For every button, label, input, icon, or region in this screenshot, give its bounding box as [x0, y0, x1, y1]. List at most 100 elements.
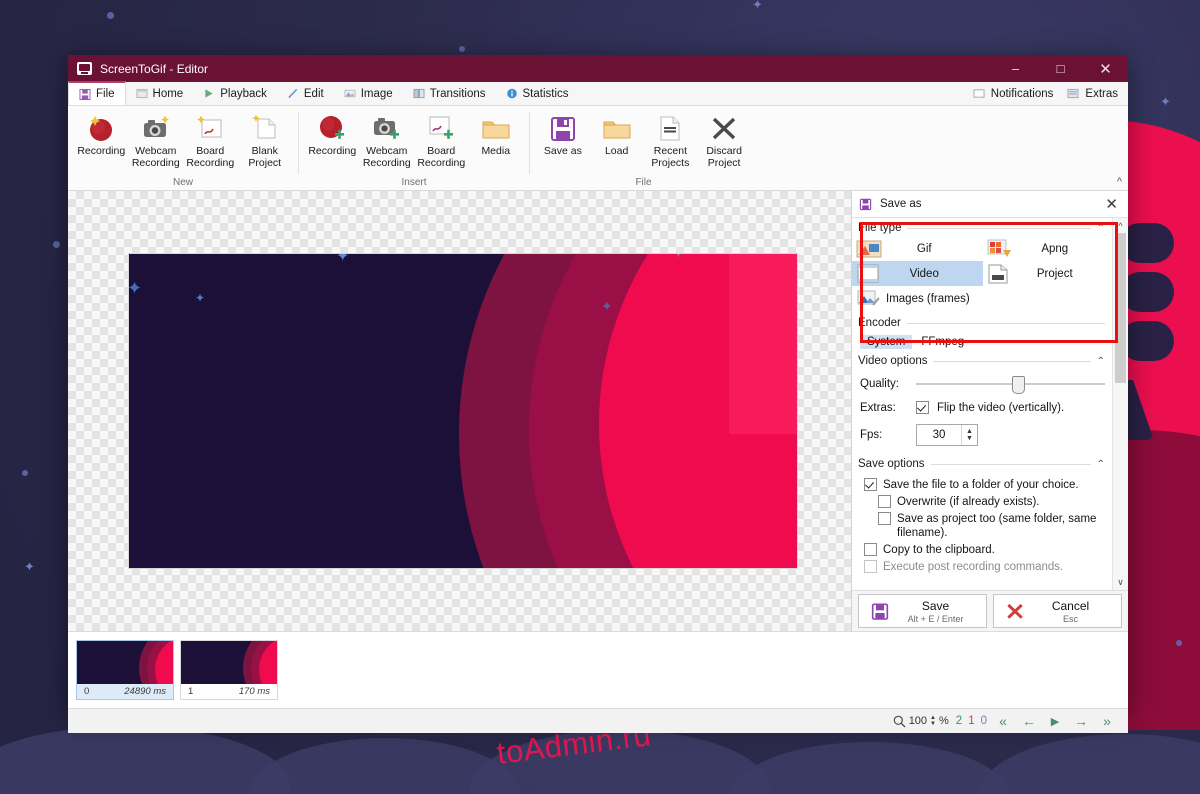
chevron-up-icon[interactable]: ^ [1117, 176, 1122, 188]
stepper-up-icon[interactable]: ▲ [966, 428, 973, 435]
cancel-button[interactable]: Cancel Esc [993, 594, 1122, 628]
execute-post-commands-checkbox[interactable] [864, 560, 877, 573]
file-type-section-header: File type ⌃ [852, 218, 1113, 236]
file-type-gif[interactable]: Gif [852, 236, 983, 261]
save-option-row[interactable]: Save the file to a folder of your choice… [852, 472, 1113, 492]
panel-footer: Save Alt + E / Enter Cancel Esc [852, 590, 1128, 631]
scrollbar-thumb[interactable] [1115, 233, 1126, 383]
quality-row: Quality: [852, 369, 1113, 393]
new-board-recording-button[interactable]: Board Recording [183, 110, 238, 169]
zoom-control[interactable]: 100 ▲ ▼ % [889, 715, 953, 728]
encoder-ffmpeg[interactable]: FFmpeg [914, 335, 971, 349]
extras-button[interactable]: Extras [1067, 88, 1118, 100]
file-type-apng[interactable]: Apng [983, 236, 1114, 261]
tab-statistics[interactable]: Statistics [496, 82, 579, 105]
file-type-video[interactable]: Video [852, 261, 983, 286]
encoder-section-header: Encoder [852, 311, 1113, 331]
images-icon [856, 289, 882, 309]
recent-projects-button[interactable]: Recent Projects [644, 110, 698, 169]
zoom-unit: % [939, 715, 949, 727]
preview-canvas[interactable]: ✦ ✦ ✦ ✦ ✦ [68, 191, 851, 631]
insert-recording-button[interactable]: Recording [305, 110, 360, 169]
zoom-down-icon[interactable]: ▼ [930, 721, 936, 727]
section-label: Video options [858, 355, 927, 367]
divider [907, 323, 1105, 324]
zoom-stepper[interactable]: ▲ ▼ [930, 715, 936, 727]
file-type-images-frames[interactable]: Images (frames) [852, 286, 1113, 311]
chevron-up-icon[interactable]: ⌃ [1097, 356, 1105, 367]
discard-project-button[interactable]: Discard Project [697, 110, 751, 169]
section-label: Save options [858, 458, 925, 470]
first-frame-icon[interactable]: « [990, 713, 1016, 729]
board-new-icon [195, 113, 225, 143]
fps-value[interactable]: 30 [917, 429, 961, 441]
close-button[interactable]: ✕ [1083, 55, 1128, 82]
stepper-down-icon[interactable]: ▼ [966, 435, 973, 442]
save-option-row[interactable]: Overwrite (if already exists). [852, 492, 1113, 509]
transition-icon [413, 88, 425, 99]
floppy-icon [548, 113, 578, 143]
ribbon-body: Recording Webcam Recording [68, 106, 1128, 191]
tab-playback[interactable]: Playback [193, 82, 277, 105]
overwrite-checkbox[interactable] [878, 495, 891, 508]
group-title: New [68, 177, 298, 188]
frame-duration: 24890 ms [124, 686, 166, 697]
save-as-project-too-checkbox[interactable] [878, 512, 891, 525]
previous-frame-icon[interactable]: ← [1016, 713, 1042, 729]
insert-board-recording-button[interactable]: Board Recording [414, 110, 469, 169]
scroll-down-icon[interactable]: ∨ [1113, 575, 1128, 590]
new-webcam-recording-button[interactable]: Webcam Recording [129, 110, 184, 169]
apng-icon [987, 239, 1013, 259]
last-frame-icon[interactable]: » [1094, 713, 1120, 729]
option-label: Gif [884, 243, 983, 255]
save-option-row[interactable]: Copy to the clipboard. [852, 540, 1113, 557]
tab-label: Playback [220, 88, 267, 100]
stepper-arrows[interactable]: ▲ ▼ [961, 425, 977, 445]
frame-thumbnail[interactable]: 1 170 ms [180, 640, 278, 700]
blank-project-button[interactable]: Blank Project [238, 110, 293, 169]
maximize-button[interactable]: □ [1038, 55, 1083, 82]
save-options-section-header: Save options ⌃ [852, 448, 1113, 472]
save-option-row[interactable]: Save as project too (same folder, same f… [852, 509, 1113, 540]
save-option-row[interactable]: Execute post recording commands. [852, 557, 1113, 574]
tab-edit[interactable]: Edit [277, 82, 334, 105]
tab-home[interactable]: Home [126, 82, 194, 105]
preview-star: ✦ [195, 292, 205, 304]
new-recording-button[interactable]: Recording [74, 110, 129, 169]
copy-to-clipboard-checkbox[interactable] [864, 543, 877, 556]
flip-video-checkbox[interactable] [916, 401, 929, 414]
next-frame-icon[interactable]: → [1068, 713, 1094, 729]
tab-file[interactable]: File [68, 81, 126, 105]
slider-track [916, 383, 1105, 385]
chevron-up-icon[interactable]: ⌃ [1097, 459, 1105, 470]
zoom-value[interactable]: 100 [909, 715, 927, 727]
tab-transitions[interactable]: Transitions [403, 82, 496, 105]
button-label: Board Recording [414, 146, 469, 169]
save-as-button[interactable]: Save as [536, 110, 590, 169]
notifications-button[interactable]: Notifications [973, 88, 1054, 100]
frame-meta: 0 24890 ms [77, 684, 173, 699]
quality-slider[interactable] [916, 377, 1105, 391]
encoder-system[interactable]: System [860, 335, 912, 349]
save-icon [79, 89, 91, 100]
save-to-folder-checkbox[interactable] [864, 478, 877, 491]
panel-scrollbar[interactable]: ^ ∨ [1112, 218, 1128, 590]
chevron-up-icon[interactable]: ⌃ [1097, 223, 1105, 234]
ribbon-right-items: Notifications Extras [973, 82, 1128, 105]
minimize-button[interactable]: – [993, 55, 1038, 82]
fps-stepper[interactable]: 30 ▲ ▼ [916, 424, 978, 446]
tab-image[interactable]: Image [334, 82, 403, 105]
frame-thumbnail[interactable]: 0 24890 ms [76, 640, 174, 700]
slider-thumb[interactable] [1012, 376, 1025, 394]
scroll-up-icon[interactable]: ^ [1113, 218, 1128, 233]
group-title: File [530, 177, 757, 188]
frame-list[interactable]: 0 24890 ms 1 170 ms [68, 631, 1128, 708]
insert-media-button[interactable]: Media [469, 110, 524, 169]
load-button[interactable]: Load [590, 110, 644, 169]
file-type-project[interactable]: Project [983, 261, 1114, 286]
save-button[interactable]: Save Alt + E / Enter [858, 594, 987, 628]
insert-webcam-recording-button[interactable]: Webcam Recording [360, 110, 415, 169]
count-total: 0 [978, 715, 990, 727]
close-icon[interactable]: ✕ [1105, 195, 1122, 213]
play-icon[interactable]: ▶ [1042, 715, 1068, 728]
